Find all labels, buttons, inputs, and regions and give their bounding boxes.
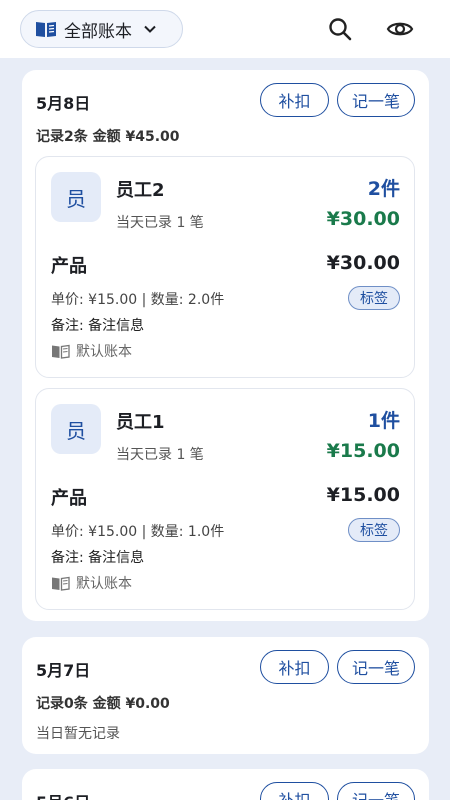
entry-ledger: 默认账本 xyxy=(51,573,132,593)
record-entry[interactable]: 员 员工2 当天已录 1 笔 2件 ¥30.00 产品 ¥30.00 单价: ¥… xyxy=(35,156,415,378)
entry-amount: ¥15.00 xyxy=(326,440,400,462)
entry-note: 备注: 备注信息 xyxy=(51,550,145,566)
avatar: 员 xyxy=(51,404,101,454)
entry-note: 备注: 备注信息 xyxy=(51,318,145,334)
book-icon xyxy=(52,576,70,591)
price-quantity: 单价: ¥15.00 | 数量: 2.0件 xyxy=(51,292,225,308)
price-quantity: 单价: ¥15.00 | 数量: 1.0件 xyxy=(51,524,225,540)
product-amount: ¥30.00 xyxy=(326,252,400,274)
entry-ledger: 默认账本 xyxy=(51,341,132,361)
ledger-name: 默认账本 xyxy=(76,576,132,592)
day-date: 5月6日 xyxy=(36,789,90,800)
top-bar: 全部账本 xyxy=(0,0,450,58)
product-name: 产品 xyxy=(51,488,87,509)
day-date: 5月8日 xyxy=(36,94,91,113)
employee-name: 员工1 xyxy=(116,412,165,433)
book-icon xyxy=(52,344,70,359)
product-name: 产品 xyxy=(51,256,87,277)
day-summary: 记录0条 金额 ¥0.00 xyxy=(36,696,170,712)
search-icon[interactable] xyxy=(326,15,354,43)
tag-badge[interactable]: 标签 xyxy=(348,286,400,310)
day-card: 5月6日 补扣 记一笔 xyxy=(22,769,429,800)
ledger-name: 默认账本 xyxy=(76,344,132,360)
book-icon xyxy=(36,22,56,37)
eye-icon[interactable] xyxy=(386,15,414,43)
piece-count: 1件 xyxy=(367,410,400,432)
empty-records-text: 当日暂无记录 xyxy=(36,726,120,742)
employee-daily-count: 当天已录 1 笔 xyxy=(116,215,204,231)
day-card: 5月7日 补扣 记一笔 记录0条 金额 ¥0.00 当日暂无记录 xyxy=(22,637,429,754)
avatar: 员 xyxy=(51,172,101,222)
ledger-selector[interactable]: 全部账本 xyxy=(20,10,183,48)
tag-badge[interactable]: 标签 xyxy=(348,518,400,542)
employee-name: 员工2 xyxy=(116,180,165,201)
product-amount: ¥15.00 xyxy=(326,484,400,506)
ledger-label: 全部账本 xyxy=(64,21,132,42)
record-button[interactable]: 记一笔 xyxy=(337,650,415,684)
chevron-down-icon xyxy=(144,25,156,33)
supplement-button[interactable]: 补扣 xyxy=(260,782,329,800)
record-entry[interactable]: 员 员工1 当天已录 1 笔 1件 ¥15.00 产品 ¥15.00 单价: ¥… xyxy=(35,388,415,610)
record-button[interactable]: 记一笔 xyxy=(337,782,415,800)
day-date: 5月7日 xyxy=(36,661,91,680)
supplement-button[interactable]: 补扣 xyxy=(260,650,329,684)
supplement-button[interactable]: 补扣 xyxy=(260,83,329,117)
day-card: 5月8日 补扣 记一笔 记录2条 金额 ¥45.00 员 员工2 当天已录 1 … xyxy=(22,70,429,621)
day-summary: 记录2条 金额 ¥45.00 xyxy=(36,129,180,145)
entry-amount: ¥30.00 xyxy=(326,208,400,230)
employee-daily-count: 当天已录 1 笔 xyxy=(116,447,204,463)
record-button[interactable]: 记一笔 xyxy=(337,83,415,117)
piece-count: 2件 xyxy=(367,178,400,200)
